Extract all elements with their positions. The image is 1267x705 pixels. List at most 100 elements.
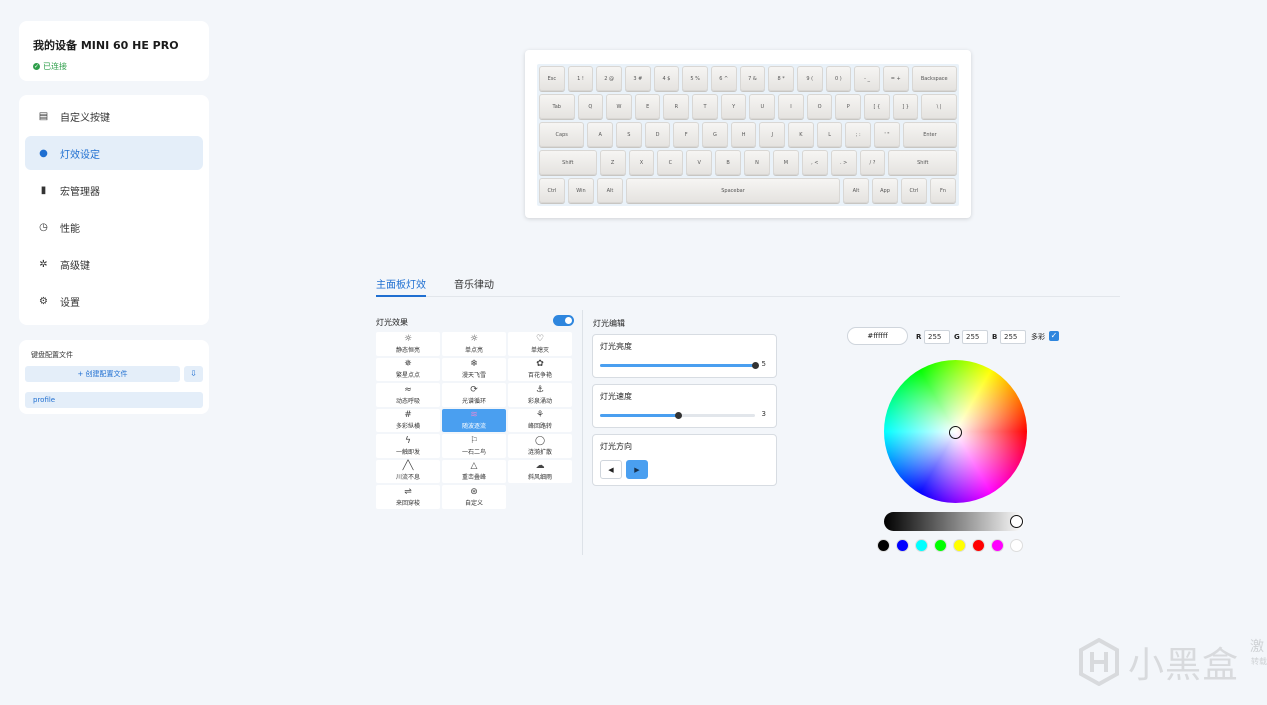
effect-option[interactable]: ⚘ 峰回路转 (508, 408, 572, 432)
key[interactable]: Alt (597, 178, 623, 203)
key[interactable]: Ctrl (539, 178, 565, 203)
key[interactable]: 1 ! (567, 66, 594, 91)
key[interactable]: Spacebar (626, 178, 840, 203)
key[interactable]: X (628, 150, 655, 175)
effect-option[interactable]: ≈ 动态呼吸 (376, 383, 440, 407)
speed-slider-thumb[interactable] (675, 412, 682, 419)
key[interactable]: K (788, 122, 814, 147)
effect-option[interactable]: ≋ 随波逐流 (442, 408, 506, 432)
effects-toggle[interactable] (553, 315, 574, 326)
brightness-slider-thumb[interactable] (752, 362, 759, 369)
tab-main-lighting[interactable]: 主面板灯效 (376, 276, 426, 297)
key[interactable]: ' " (874, 122, 900, 147)
color-swatch[interactable] (915, 539, 928, 552)
key[interactable]: App (872, 178, 898, 203)
key[interactable]: 5 % (682, 66, 708, 91)
key[interactable]: V (686, 150, 713, 175)
key[interactable]: 8 * (768, 66, 794, 91)
effect-option[interactable]: ◯ 涟漪扩散 (508, 434, 572, 458)
effect-option[interactable]: # 多彩纵横 (376, 408, 440, 432)
key[interactable]: S (616, 122, 642, 147)
key[interactable]: Alt (843, 178, 869, 203)
sidebar-item-settings[interactable]: ⚙ 设置 (25, 284, 203, 318)
effect-option[interactable]: ☼ 静态恒亮 (376, 332, 440, 356)
key[interactable]: W (606, 94, 632, 119)
key[interactable]: L (816, 122, 843, 147)
key[interactable]: 6 ^ (710, 66, 737, 91)
speed-slider[interactable]: 3 (600, 410, 769, 420)
key[interactable]: J (759, 122, 786, 147)
key[interactable]: A (587, 122, 614, 147)
effect-option[interactable]: △ 重峦叠峰 (442, 459, 506, 483)
color-swatch[interactable] (972, 539, 985, 552)
color-swatch[interactable] (991, 539, 1004, 552)
key[interactable]: N (744, 150, 770, 175)
key[interactable]: Z (599, 150, 626, 175)
key[interactable]: D (644, 122, 671, 147)
color-swatch[interactable] (934, 539, 947, 552)
key[interactable]: Enter (902, 122, 958, 147)
brightness-slider[interactable]: 5 (600, 360, 769, 370)
key[interactable]: O (806, 94, 833, 119)
effect-option[interactable]: ϟ 一触即发 (376, 434, 440, 458)
key[interactable]: Win (568, 178, 594, 203)
direction-right-button[interactable]: ▶ (626, 460, 648, 479)
effect-option[interactable]: ✵ 繁星点点 (376, 357, 440, 381)
import-profile-button[interactable]: ⇩ (184, 366, 203, 382)
color-swatch[interactable] (877, 539, 890, 552)
effect-option[interactable]: ⊛ 自定义 (442, 485, 506, 509)
key[interactable]: Shift (888, 150, 958, 175)
sidebar-item-lighting[interactable]: ● 灯效设定 (25, 136, 203, 170)
sidebar-item-performance[interactable]: ◷ 性能 (25, 210, 203, 244)
g-input[interactable]: 255 (962, 330, 988, 344)
key[interactable]: 3 # (624, 66, 651, 91)
key[interactable]: ] } (892, 94, 919, 119)
effect-option[interactable]: ╱╲ 川流不息 (376, 459, 440, 483)
key[interactable]: 7 & (739, 66, 766, 91)
key[interactable]: , < (801, 150, 828, 175)
key[interactable]: Ctrl (901, 178, 927, 203)
effect-option[interactable]: ⟳ 光谱循环 (442, 383, 506, 407)
direction-left-button[interactable]: ◀ (600, 460, 622, 479)
key[interactable]: Y (720, 94, 747, 119)
key[interactable]: U (749, 94, 776, 119)
key[interactable]: B (715, 150, 742, 175)
key[interactable]: / ? (859, 150, 886, 175)
key[interactable]: - _ (854, 66, 880, 91)
key[interactable]: E (634, 94, 661, 119)
key[interactable]: H (730, 122, 757, 147)
key[interactable]: ; : (845, 122, 872, 147)
effect-option[interactable]: ✿ 百花争艳 (508, 357, 572, 381)
effect-option[interactable]: ♡ 单熄灭 (508, 332, 572, 356)
color-wheel-cursor[interactable] (949, 426, 962, 439)
key[interactable]: 0 ) (825, 66, 852, 91)
key[interactable]: R (663, 94, 690, 119)
hex-input[interactable]: #ffffff (847, 327, 908, 345)
key[interactable]: [ { (864, 94, 890, 119)
sidebar-item-custom-keys[interactable]: ▤ 自定义按键 (25, 99, 203, 133)
key[interactable]: Caps (539, 122, 585, 147)
sidebar-item-advanced-keys[interactable]: ✲ 高级键 (25, 247, 203, 281)
key[interactable]: 9 ( (796, 66, 823, 91)
color-brightness-bar[interactable] (884, 512, 1024, 531)
color-swatch[interactable] (1010, 539, 1023, 552)
effect-option[interactable]: ⇌ 来回穿梭 (376, 485, 440, 509)
key[interactable]: P (835, 94, 862, 119)
key[interactable]: C (657, 150, 684, 175)
effect-option[interactable]: ⚓ 彩泉涌动 (508, 383, 572, 407)
effect-option[interactable]: ☁ 斜风细雨 (508, 459, 572, 483)
key[interactable]: Fn (930, 178, 956, 203)
key[interactable]: I (778, 94, 804, 119)
color-swatch[interactable] (953, 539, 966, 552)
key[interactable]: T (692, 94, 718, 119)
key[interactable]: 2 @ (596, 66, 622, 91)
key[interactable]: . > (830, 150, 857, 175)
sidebar-item-macro[interactable]: ▮ 宏管理器 (25, 173, 203, 207)
key[interactable]: Esc (539, 66, 565, 91)
key[interactable]: Backspace (911, 66, 957, 91)
key[interactable]: 4 $ (653, 66, 680, 91)
tab-music-rhythm[interactable]: 音乐律动 (454, 276, 494, 297)
effect-option[interactable]: ⚐ 一石二鸟 (442, 434, 506, 458)
key[interactable]: Q (577, 94, 604, 119)
key[interactable]: M (772, 150, 799, 175)
